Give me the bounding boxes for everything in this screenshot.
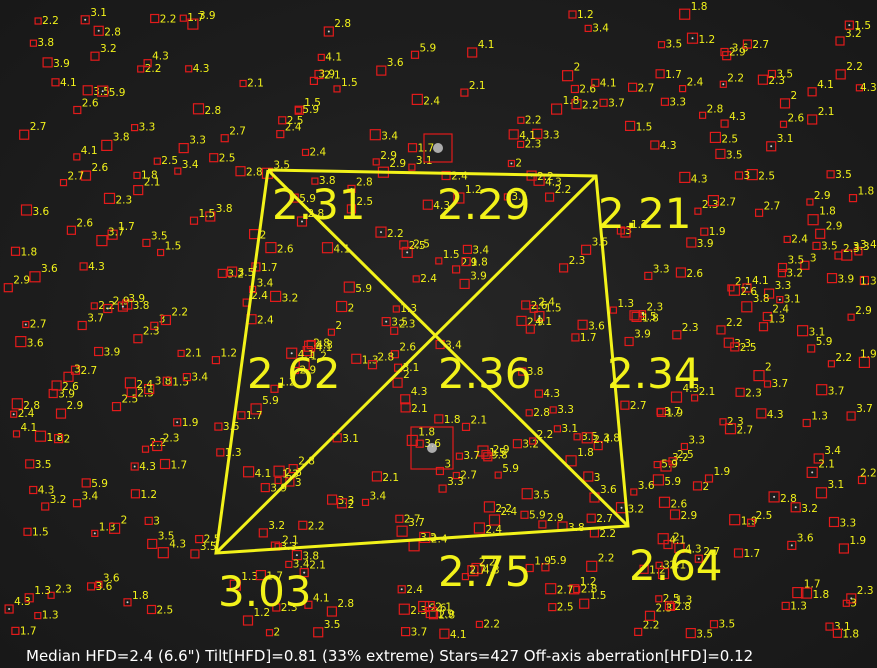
hfd-label-top-center: 2.29 [437, 180, 531, 229]
hfd-label-center: 2.36 [438, 349, 532, 398]
status-line: Median HFD=2.4 (6.6") Tilt[HFD]=0.81 (33… [26, 647, 754, 665]
hfd-label-middle-right: 2.34 [607, 349, 701, 398]
hfd-label-bottom-right: 2.64 [629, 541, 723, 590]
hfd-label-top-right: 2.21 [598, 189, 692, 238]
hfd-label-middle-left: 2.62 [247, 349, 341, 398]
image-viewer[interactable]: 1.8 2.3 2.4 2.7 5.9 2.1 2.1 1.3 3 1.7 1.5 3.5 3.2 1.7… [0, 0, 877, 668]
hfd-label-bottom-left: 3.03 [218, 567, 312, 616]
hfd-label-top-left: 2.31 [272, 180, 366, 229]
hfd-label-bottom-center: 2.75 [438, 547, 532, 596]
